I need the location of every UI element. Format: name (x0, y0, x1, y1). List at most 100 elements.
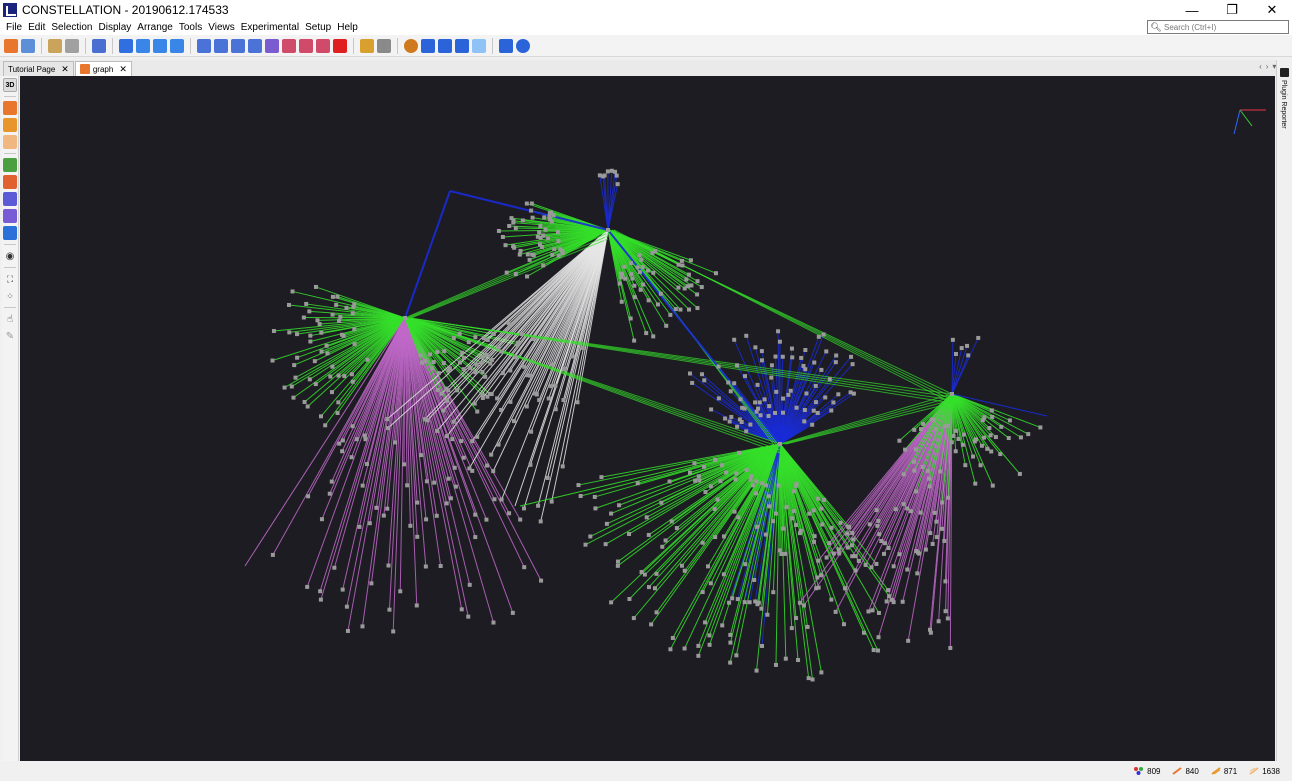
graph-node[interactable] (342, 374, 347, 379)
graph-node[interactable] (900, 599, 905, 604)
graph-node[interactable] (345, 628, 350, 633)
graph-node[interactable] (953, 351, 958, 356)
graph-node[interactable] (973, 481, 978, 486)
graph-node[interactable] (695, 292, 700, 297)
graph-node[interactable] (524, 201, 529, 206)
graph-node[interactable] (543, 227, 548, 232)
graph-node[interactable] (735, 424, 740, 429)
graph-node[interactable] (824, 555, 829, 560)
graph-node[interactable] (760, 481, 765, 486)
graph-node[interactable] (305, 584, 310, 589)
graph-node[interactable] (319, 349, 324, 354)
graph-node[interactable] (743, 374, 748, 379)
graph-node[interactable] (757, 400, 762, 405)
arrange-spring-icon[interactable] (299, 38, 313, 53)
graph-node[interactable] (897, 552, 902, 557)
graph-node[interactable] (980, 418, 985, 423)
graph-node[interactable] (866, 609, 871, 614)
graph-node[interactable] (861, 630, 866, 635)
graph-node[interactable] (767, 404, 772, 409)
close-tab-icon[interactable]: ✕ (119, 64, 127, 75)
graph-node[interactable] (781, 396, 786, 401)
graph-node[interactable] (472, 401, 477, 406)
graph-node[interactable] (402, 462, 407, 467)
graph-node[interactable] (287, 330, 292, 335)
arrange-pendant-icon[interactable] (265, 38, 279, 53)
graph-node[interactable] (794, 616, 799, 621)
graph-node[interactable] (755, 382, 760, 387)
graph-node[interactable] (461, 367, 466, 372)
graph-node[interactable] (553, 383, 558, 388)
graph-node[interactable] (641, 282, 646, 287)
graph-node[interactable] (302, 399, 307, 404)
graph-node[interactable] (829, 525, 834, 530)
graph-node[interactable] (933, 427, 938, 432)
graph-node[interactable] (628, 261, 633, 266)
graph-node[interactable] (707, 633, 712, 638)
graph-node[interactable] (659, 500, 664, 505)
node-labels-icon[interactable] (3, 192, 17, 206)
graph-node[interactable] (679, 258, 684, 263)
graph-node[interactable] (420, 360, 425, 365)
graph-node[interactable] (762, 397, 767, 402)
graph-node[interactable] (682, 646, 687, 651)
graph-node[interactable] (744, 467, 749, 472)
graph-node[interactable] (575, 400, 580, 405)
graph-node[interactable] (319, 330, 324, 335)
graph-node[interactable] (325, 351, 330, 356)
graph-node[interactable] (738, 397, 743, 402)
graph-node[interactable] (450, 437, 455, 442)
graph-node[interactable] (821, 332, 826, 337)
graph-node[interactable] (876, 610, 881, 615)
graph-node[interactable] (771, 590, 776, 595)
graph-node[interactable] (732, 509, 737, 514)
graph-node[interactable] (695, 306, 700, 311)
graph-node[interactable] (833, 360, 838, 365)
graph-node[interactable] (336, 400, 341, 405)
graph-node[interactable] (503, 243, 508, 248)
graph-node[interactable] (549, 362, 554, 367)
graph-node[interactable] (845, 545, 850, 550)
graph-node[interactable] (508, 368, 513, 373)
graph-node[interactable] (319, 517, 324, 522)
graph-node[interactable] (663, 538, 668, 543)
graph-node[interactable] (989, 408, 994, 413)
graph-node[interactable] (365, 462, 370, 467)
graph-node[interactable] (652, 586, 657, 591)
graph-node[interactable] (313, 284, 318, 289)
graph-node[interactable] (330, 364, 335, 369)
graph-node[interactable] (843, 586, 848, 591)
graph-node[interactable] (815, 410, 820, 415)
graph-node[interactable] (701, 464, 706, 469)
graph-node[interactable] (470, 439, 475, 444)
graph-node[interactable] (790, 355, 795, 360)
graph-node[interactable] (308, 339, 313, 344)
graph-node[interactable] (500, 349, 505, 354)
graph-node[interactable] (667, 479, 672, 484)
graph-node[interactable] (949, 440, 954, 445)
graph-node[interactable] (914, 489, 919, 494)
graph-node[interactable] (628, 316, 633, 321)
graph-node[interactable] (783, 656, 788, 661)
graph-node[interactable] (522, 565, 527, 570)
draw-transactions-icon[interactable] (3, 118, 17, 132)
graph-node[interactable] (431, 360, 436, 365)
graph-node[interactable] (527, 257, 532, 262)
graph-node[interactable] (537, 398, 542, 403)
graph-node[interactable] (682, 286, 687, 291)
graph-node[interactable] (889, 597, 894, 602)
graph-node[interactable] (748, 422, 753, 427)
graph-node[interactable] (716, 364, 721, 369)
graph-node[interactable] (820, 522, 825, 527)
graph-node[interactable] (758, 413, 763, 418)
graph-node[interactable] (987, 426, 992, 431)
graph-node[interactable] (673, 307, 678, 312)
graph-node[interactable] (716, 396, 721, 401)
graph-node[interactable] (771, 519, 776, 524)
graph-node[interactable] (802, 419, 807, 424)
graph-node[interactable] (874, 561, 879, 566)
graph-node[interactable] (556, 253, 561, 258)
graph-node[interactable] (763, 532, 768, 537)
graph-node[interactable] (473, 535, 478, 540)
graph-node[interactable] (522, 364, 527, 369)
